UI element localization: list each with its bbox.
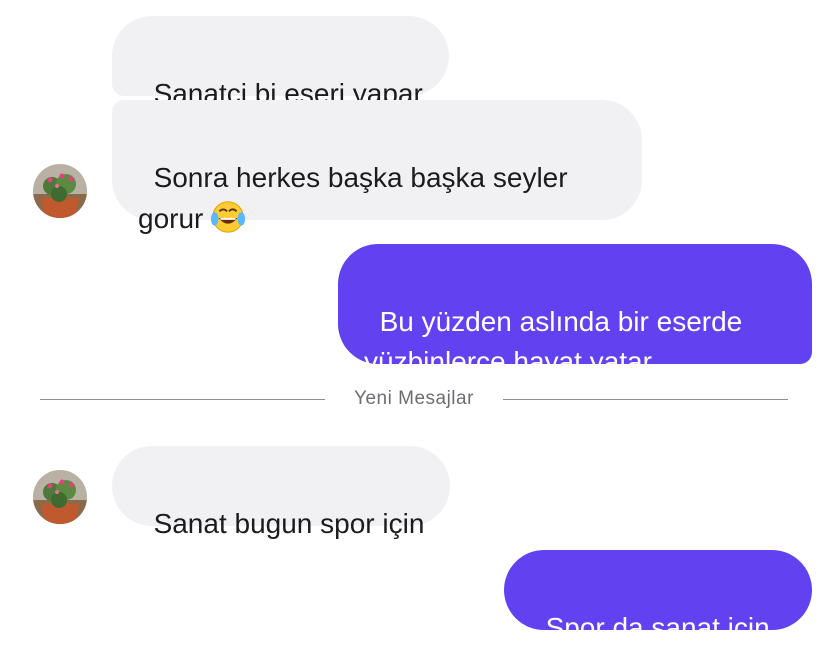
outgoing-message-bubble[interactable]: Spor da sanat için <box>504 550 812 643</box>
face-with-tears-of-joy-icon <box>211 201 246 233</box>
message-text: Spor da sanat için <box>545 612 770 643</box>
new-messages-divider: Yeni Mesajlar <box>40 386 788 412</box>
message-text: Sanat bugun spor için <box>153 508 425 539</box>
incoming-message-bubble[interactable]: Sanatçi bi eseri yapar <box>112 16 449 109</box>
outgoing-message-bubble[interactable]: Bu yüzden aslında bir eserde yüzbinlerce… <box>338 244 812 377</box>
incoming-message-bubble[interactable]: Sonra herkes başka başka seyler gorur <box>112 100 642 234</box>
divider-label: Yeni Mesajlar <box>354 388 474 409</box>
message-text: Sonra herkes başka başka seyler gorur <box>138 162 568 234</box>
message-text: Bu yüzden aslında bir eserde yüzbinlerce… <box>364 306 743 377</box>
incoming-message-bubble[interactable]: Sanat bugun spor için <box>112 446 451 539</box>
contact-avatar[interactable] <box>33 470 87 524</box>
contact-avatar[interactable] <box>33 164 87 218</box>
